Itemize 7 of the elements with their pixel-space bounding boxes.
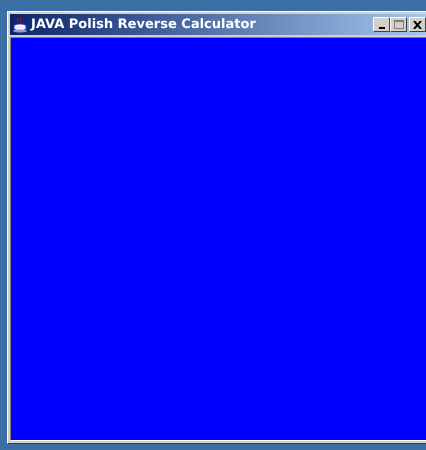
close-icon (413, 20, 422, 28)
maximize-icon (394, 20, 404, 29)
close-button[interactable] (409, 17, 426, 32)
minimize-icon (378, 26, 384, 28)
minimize-button[interactable] (373, 17, 390, 32)
window-title: JAVA Polish Reverse Calculator (31, 17, 257, 32)
cup-icon (12, 16, 28, 32)
